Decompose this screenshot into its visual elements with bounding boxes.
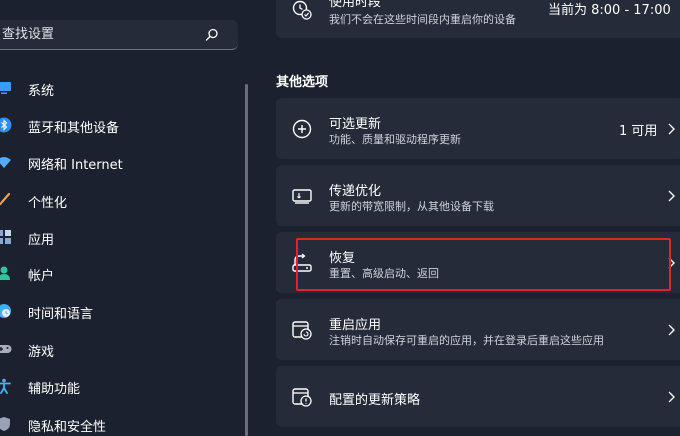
card-subtitle: 更新的带宽限制，从其他设备下载 — [329, 200, 494, 213]
update-policy-icon — [292, 388, 312, 407]
section-heading: 其他选项 — [276, 75, 329, 90]
delivery-optimization-card[interactable]: 传递优化 更新的带宽限制，从其他设备下载 — [276, 165, 680, 226]
sidebar-item-label: 游戏 — [28, 345, 55, 360]
sidebar-item-gaming[interactable]: 游戏 — [0, 333, 230, 365]
sidebar-item-label: 辅助功能 — [28, 382, 81, 397]
chevron-right-icon — [668, 391, 675, 403]
card-subtitle: 功能、质量和驱动程序更新 — [329, 133, 461, 146]
apps-icon — [0, 230, 11, 244]
settings-window: 系统 蓝牙和其他设备 网络和 Internet 个性化 应用 — [0, 0, 680, 436]
restart-apps-card[interactable]: 重启应用 注销时自动保存可重启的应用，并在登录后重启这些应用 — [276, 299, 680, 360]
sidebar-item-system[interactable]: 系统 — [0, 72, 230, 104]
optional-updates-card[interactable]: 可选更新 功能、质量和驱动程序更新 1 可用 — [276, 98, 680, 159]
card-subtitle: 重置、高级启动、返回 — [329, 267, 439, 280]
wifi-icon — [0, 157, 11, 168]
active-hours-value: 当前为 8:00 - 17:00 — [548, 3, 671, 18]
recovery-card[interactable]: 恢复 重置、高级启动、返回 — [276, 232, 680, 293]
brush-icon — [0, 192, 11, 206]
sidebar-item-bluetooth[interactable]: 蓝牙和其他设备 — [0, 109, 230, 141]
sidebar-item-label: 蓝牙和其他设备 — [28, 121, 120, 136]
search-icon[interactable] — [204, 27, 220, 43]
card-title: 恢复 — [329, 251, 356, 266]
sidebar-item-network[interactable]: 网络和 Internet — [0, 146, 230, 178]
sidebar-item-personalization[interactable]: 个性化 — [0, 184, 230, 216]
optional-updates-count: 1 可用 — [619, 124, 658, 139]
search-input[interactable] — [2, 20, 202, 49]
card-title: 重启应用 — [329, 318, 382, 333]
bluetooth-icon — [0, 117, 12, 133]
monitor-icon — [0, 82, 11, 94]
card-title: 可选更新 — [329, 117, 382, 132]
person-icon — [0, 266, 10, 280]
accessibility-icon — [0, 378, 11, 394]
gamepad-icon — [0, 345, 12, 353]
chevron-right-icon — [668, 324, 675, 336]
sidebar-item-label: 帐户 — [28, 269, 55, 284]
sidebar-item-label: 个性化 — [28, 196, 68, 211]
delivery-optimization-icon — [292, 189, 312, 204]
card-subtitle: 我们不会在这些时间段内重启你的设备 — [329, 13, 516, 26]
sidebar-item-label: 隐私和安全性 — [28, 420, 107, 435]
restart-apps-icon — [292, 321, 312, 340]
card-subtitle: 注销时自动保存可重启的应用，并在登录后重启这些应用 — [329, 334, 604, 347]
card-title: 使用时段 — [329, 0, 382, 10]
sidebar-item-label: 网络和 Internet — [28, 158, 123, 173]
sidebar-item-accounts[interactable]: 帐户 — [0, 257, 230, 289]
sidebar-item-label: 时间和语言 — [28, 307, 94, 322]
sidebar-item-time-language[interactable]: 时间和语言 — [0, 295, 230, 327]
card-title: 传递优化 — [329, 184, 382, 199]
chevron-right-icon — [668, 257, 675, 269]
sidebar-scrollbar[interactable] — [245, 84, 248, 436]
sidebar-item-apps[interactable]: 应用 — [0, 221, 230, 253]
chevron-right-icon — [668, 123, 675, 135]
sidebar-item-accessibility[interactable]: 辅助功能 — [0, 370, 230, 402]
plus-circle-icon — [292, 119, 312, 139]
sidebar-item-privacy[interactable]: 隐私和安全性 — [0, 408, 230, 436]
active-hours-card[interactable]: 使用时段 我们不会在这些时间段内重启你的设备 当前为 8:00 - 17:00 — [276, 0, 680, 38]
recovery-icon — [292, 253, 312, 272]
search-box[interactable] — [0, 20, 238, 50]
sidebar-item-label: 系统 — [28, 84, 55, 99]
shield-icon — [0, 417, 10, 431]
chevron-right-icon — [668, 190, 675, 202]
update-policies-card[interactable]: 配置的更新策略 — [276, 366, 680, 427]
globe-clock-icon — [0, 304, 11, 318]
sidebar-item-label: 应用 — [28, 233, 55, 248]
card-title: 配置的更新策略 — [329, 393, 421, 408]
active-hours-icon — [292, 0, 312, 20]
